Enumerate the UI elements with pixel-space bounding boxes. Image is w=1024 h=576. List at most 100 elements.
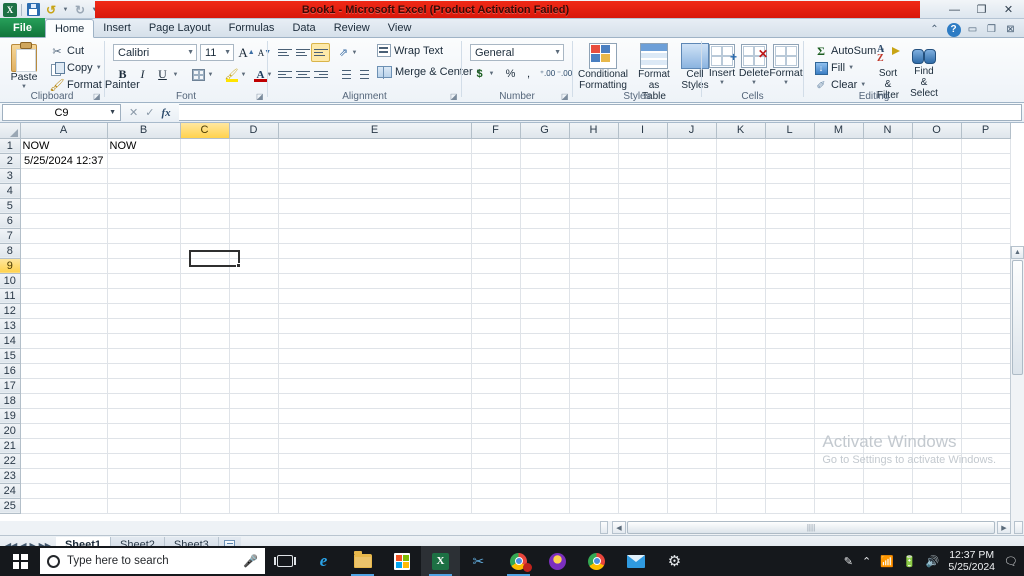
cell-J16[interactable]: [667, 363, 717, 379]
cell-O8[interactable]: [912, 243, 962, 259]
cell-G14[interactable]: [520, 333, 570, 349]
cell-E7[interactable]: [278, 228, 472, 244]
cell-J23[interactable]: [667, 468, 717, 484]
excel-app-icon[interactable]: X: [2, 2, 18, 18]
delete-cells-button[interactable]: ✕ Delete ▼: [738, 41, 770, 89]
cell-F7[interactable]: [471, 228, 521, 244]
cell-N7[interactable]: [863, 228, 913, 244]
cell-H6[interactable]: [569, 213, 619, 229]
help-button[interactable]: ?: [946, 22, 961, 37]
cell-B10[interactable]: [107, 273, 181, 289]
cell-N17[interactable]: [863, 378, 913, 394]
horizontal-scroll-thumb[interactable]: ||||: [627, 521, 995, 534]
cell-O19[interactable]: [912, 408, 962, 424]
cell-H25[interactable]: [569, 498, 619, 514]
cell-C6[interactable]: [180, 213, 230, 229]
cell-P21[interactable]: [961, 438, 1011, 454]
cell-P11[interactable]: [961, 288, 1011, 304]
cell-N25[interactable]: [863, 498, 913, 514]
cell-E21[interactable]: [278, 438, 472, 454]
cell-I1[interactable]: [618, 138, 668, 154]
paste-button[interactable]: Paste ▼: [4, 41, 44, 93]
cell-O18[interactable]: [912, 393, 962, 409]
cell-A22[interactable]: [20, 453, 108, 469]
row-header-13[interactable]: 13: [0, 318, 21, 334]
cell-A14[interactable]: [20, 333, 108, 349]
cell-H7[interactable]: [569, 228, 619, 244]
column-header-g[interactable]: G: [520, 123, 570, 139]
cell-I10[interactable]: [618, 273, 668, 289]
cell-L6[interactable]: [765, 213, 815, 229]
action-center-icon[interactable]: 🗨: [1004, 555, 1018, 568]
column-header-c[interactable]: C: [180, 123, 230, 139]
cell-G19[interactable]: [520, 408, 570, 424]
cell-C8[interactable]: [180, 243, 230, 259]
cell-J25[interactable]: [667, 498, 717, 514]
cell-D16[interactable]: [229, 363, 279, 379]
restore-button[interactable]: ❐: [968, 1, 995, 19]
tab-data[interactable]: Data: [283, 19, 324, 37]
cell-H19[interactable]: [569, 408, 619, 424]
conditional-formatting-button[interactable]: Conditional Formatting: [575, 40, 631, 94]
scroll-up-button[interactable]: ▲: [1011, 246, 1024, 259]
cell-F1[interactable]: [471, 138, 521, 154]
column-header-e[interactable]: E: [278, 123, 472, 139]
cell-J4[interactable]: [667, 183, 717, 199]
cell-M8[interactable]: [814, 243, 864, 259]
cell-E17[interactable]: [278, 378, 472, 394]
cell-E6[interactable]: [278, 213, 472, 229]
cell-D3[interactable]: [229, 168, 279, 184]
cell-E2[interactable]: [278, 153, 472, 169]
cell-P24[interactable]: [961, 483, 1011, 499]
cell-F20[interactable]: [471, 423, 521, 439]
cell-J6[interactable]: [667, 213, 717, 229]
cell-I13[interactable]: [618, 318, 668, 334]
cell-O23[interactable]: [912, 468, 962, 484]
cell-L5[interactable]: [765, 198, 815, 214]
font-dialog-launcher[interactable]: ◪: [256, 92, 265, 101]
cell-N3[interactable]: [863, 168, 913, 184]
cell-L2[interactable]: [765, 153, 815, 169]
cell-L15[interactable]: [765, 348, 815, 364]
cell-A3[interactable]: [20, 168, 108, 184]
cell-N11[interactable]: [863, 288, 913, 304]
cell-G15[interactable]: [520, 348, 570, 364]
taskbar-app-snipping-tool[interactable]: [460, 546, 499, 576]
doc-restore-button[interactable]: ❐: [984, 22, 999, 37]
cell-L20[interactable]: [765, 423, 815, 439]
cell-E16[interactable]: [278, 363, 472, 379]
row-header-5[interactable]: 5: [0, 198, 21, 214]
cell-A12[interactable]: [20, 303, 108, 319]
wifi-icon[interactable]: 📶: [880, 555, 894, 568]
percent-button[interactable]: %: [501, 65, 520, 83]
cell-J14[interactable]: [667, 333, 717, 349]
align-middle-button[interactable]: [293, 43, 312, 62]
cell-K7[interactable]: [716, 228, 766, 244]
row-header-11[interactable]: 11: [0, 288, 21, 304]
cell-C18[interactable]: [180, 393, 230, 409]
row-header-7[interactable]: 7: [0, 228, 21, 244]
cell-O12[interactable]: [912, 303, 962, 319]
cell-B1[interactable]: NOW: [107, 138, 181, 154]
cell-I11[interactable]: [618, 288, 668, 304]
undo-dropdown[interactable]: ▼: [61, 2, 70, 18]
cell-P19[interactable]: [961, 408, 1011, 424]
cell-H5[interactable]: [569, 198, 619, 214]
cell-C25[interactable]: [180, 498, 230, 514]
cell-L8[interactable]: [765, 243, 815, 259]
cell-H10[interactable]: [569, 273, 619, 289]
cell-C23[interactable]: [180, 468, 230, 484]
redo-button[interactable]: ↻: [72, 2, 88, 18]
cell-G6[interactable]: [520, 213, 570, 229]
cell-N22[interactable]: [863, 453, 913, 469]
tab-page-layout[interactable]: Page Layout: [140, 19, 220, 37]
cell-D8[interactable]: [229, 243, 279, 259]
cell-L17[interactable]: [765, 378, 815, 394]
cell-O13[interactable]: [912, 318, 962, 334]
cell-E23[interactable]: [278, 468, 472, 484]
cell-O3[interactable]: [912, 168, 962, 184]
show-hidden-icons-button[interactable]: ⌃: [862, 555, 871, 568]
cell-M24[interactable]: [814, 483, 864, 499]
cell-A15[interactable]: [20, 348, 108, 364]
cell-C1[interactable]: [180, 138, 230, 154]
